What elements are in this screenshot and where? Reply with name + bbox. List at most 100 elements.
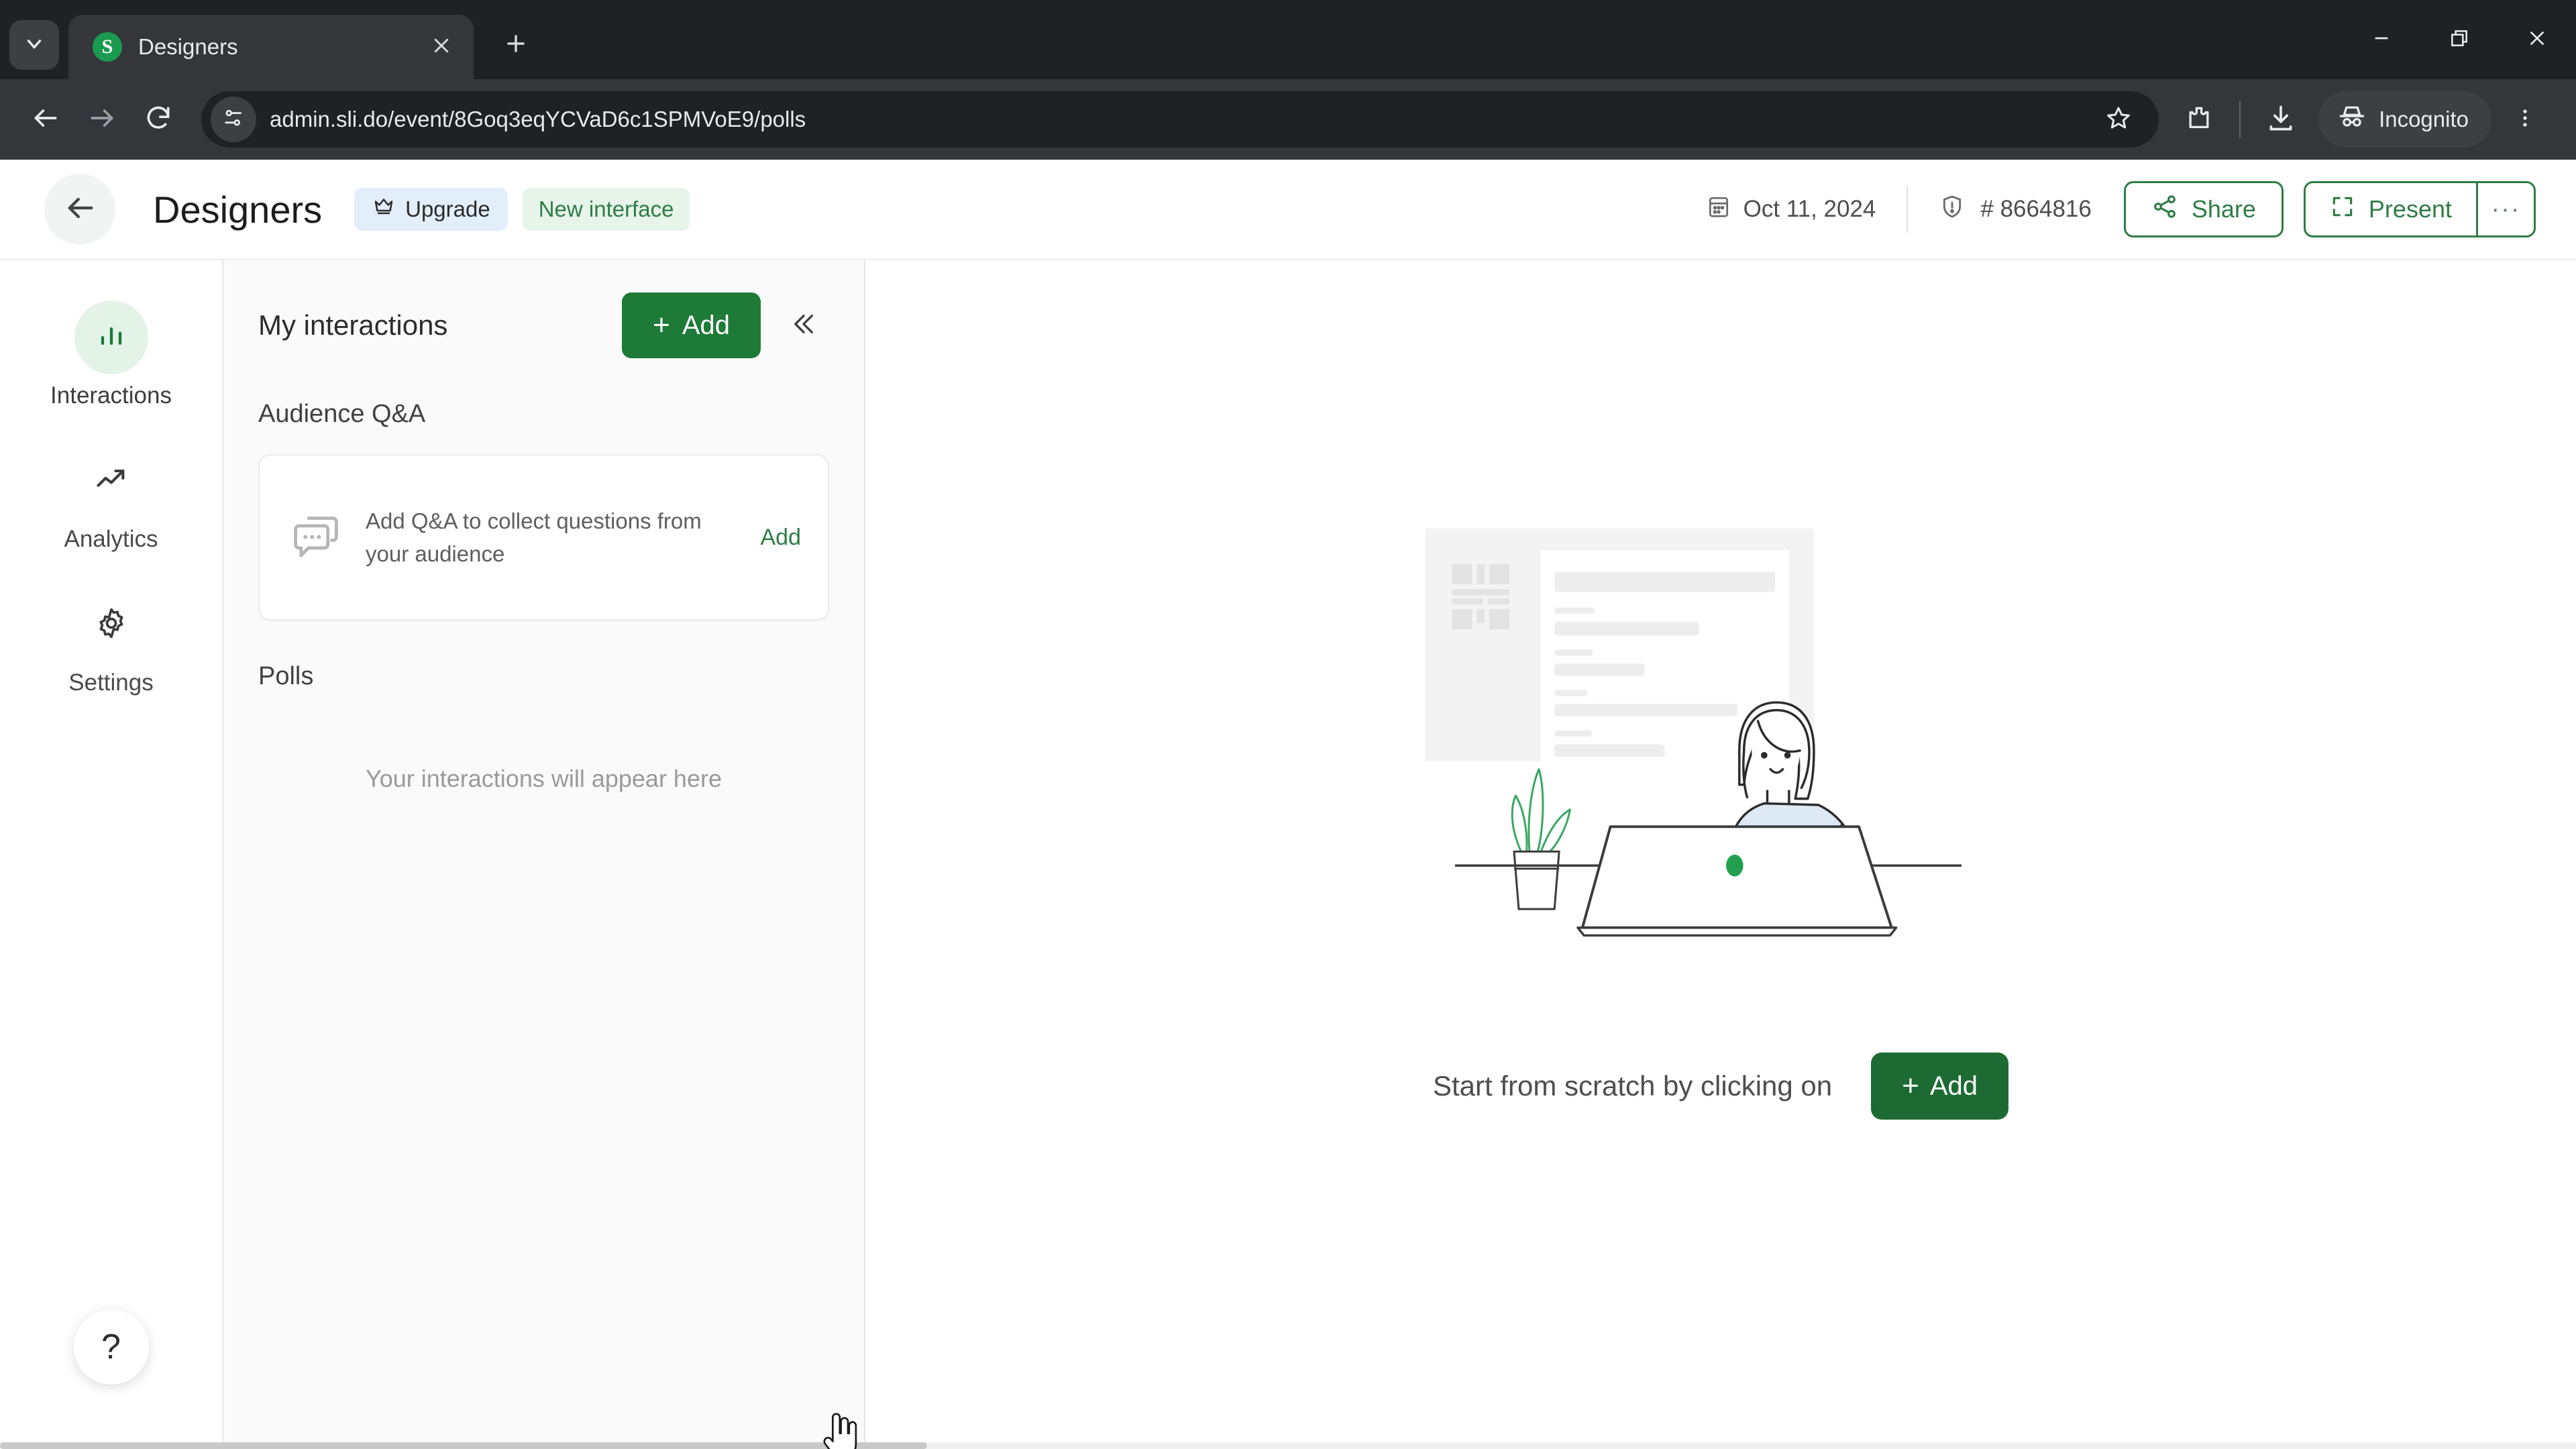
cta-text: Start from scratch by clicking on bbox=[1432, 1070, 1833, 1102]
toolbar-divider bbox=[2239, 101, 2241, 138]
audience-qa-add-link[interactable]: Add bbox=[761, 525, 802, 551]
restore-icon bbox=[2449, 28, 2470, 52]
plus-icon bbox=[503, 31, 529, 60]
present-button-group: Present ··· bbox=[2303, 181, 2536, 237]
address-bar[interactable]: admin.sli.do/event/8Goq3eqYCVaD6c1SPMVoE… bbox=[201, 91, 2159, 148]
browser-window: S Designers admin.sli.do/event/8Goq3eqYC… bbox=[0, 0, 2576, 1449]
downloads-button[interactable] bbox=[2253, 91, 2309, 148]
cta-add-button[interactable]: + Add bbox=[1871, 1053, 2009, 1120]
present-label: Present bbox=[2368, 195, 2452, 223]
star-icon bbox=[2105, 105, 2132, 135]
panel-title: My interactions bbox=[258, 309, 448, 341]
crown-icon bbox=[372, 195, 396, 224]
incognito-hat-icon bbox=[2337, 102, 2367, 137]
empty-state-illustration bbox=[1426, 516, 2016, 938]
new-tab-button[interactable] bbox=[492, 21, 539, 68]
upgrade-button[interactable]: Upgrade bbox=[354, 188, 508, 231]
section-label-polls: Polls bbox=[258, 662, 314, 690]
app-body: Interactions Analytics Settings ? My int… bbox=[0, 260, 2576, 1449]
reload-button[interactable] bbox=[130, 91, 186, 148]
collapse-panel-button[interactable] bbox=[778, 300, 829, 351]
double-chevron-left-icon bbox=[790, 310, 818, 341]
bar-chart-icon bbox=[94, 319, 129, 357]
app-header: Designers Upgrade New interface Oct 11, … bbox=[0, 160, 2576, 260]
panel-scrollbar[interactable] bbox=[851, 260, 864, 1449]
forward-arrow-icon bbox=[87, 103, 117, 136]
back-arrow-icon bbox=[62, 191, 97, 229]
browser-tabstrip: S Designers bbox=[0, 0, 2576, 79]
event-code[interactable]: # 8664816 bbox=[1939, 193, 2092, 226]
cta-add-button-label: Add bbox=[1929, 1071, 1978, 1101]
interactions-icon-wrap bbox=[74, 301, 148, 374]
reload-icon bbox=[144, 103, 173, 136]
new-interface-button[interactable]: New interface bbox=[522, 188, 690, 231]
share-nodes-icon bbox=[2151, 193, 2178, 226]
back-button[interactable] bbox=[17, 91, 74, 148]
back-arrow-icon bbox=[31, 103, 60, 136]
close-icon bbox=[2526, 28, 2548, 52]
panel-header: My interactions + Add bbox=[223, 260, 864, 358]
favicon-slido: S bbox=[93, 32, 122, 62]
main-canvas: Start from scratch by clicking on + Add bbox=[865, 260, 2576, 1449]
interactions-panel: My interactions + Add Audience Q&A Add Q… bbox=[223, 260, 865, 1449]
three-dot-menu-icon bbox=[2514, 107, 2536, 133]
upgrade-label: Upgrade bbox=[405, 197, 490, 221]
sidebar-item-interactions[interactable]: Interactions bbox=[0, 301, 222, 409]
event-date[interactable]: Oct 11, 2024 bbox=[1706, 194, 1876, 225]
forward-button[interactable] bbox=[74, 91, 130, 148]
download-icon bbox=[2266, 103, 2296, 136]
event-code-label: # 8664816 bbox=[1980, 196, 2092, 222]
incognito-indicator[interactable]: Incognito bbox=[2318, 91, 2491, 148]
settings-icon-wrap bbox=[74, 588, 148, 661]
add-button-label: Add bbox=[682, 310, 730, 340]
app-back-button[interactable] bbox=[44, 174, 115, 245]
polls-empty-state: Your interactions will appear here bbox=[366, 765, 722, 792]
minimize-button[interactable] bbox=[2343, 0, 2420, 79]
shield-alert-icon bbox=[1939, 193, 1966, 226]
minimize-icon bbox=[2371, 28, 2392, 52]
question-mark-icon: ? bbox=[101, 1328, 121, 1366]
site-settings-icon bbox=[221, 106, 246, 133]
cta-row: Start from scratch by clicking on + Add bbox=[1432, 1053, 2009, 1120]
sidebar-item-settings[interactable]: Settings bbox=[0, 588, 222, 696]
sidebar-item-label: Analytics bbox=[64, 526, 158, 552]
sidebar-item-analytics[interactable]: Analytics bbox=[0, 444, 222, 553]
audience-qa-card[interactable]: Add Q&A to collect questions from your a… bbox=[258, 454, 829, 621]
web-page: Designers Upgrade New interface Oct 11, … bbox=[0, 160, 2576, 1449]
add-interaction-button[interactable]: + Add bbox=[622, 292, 761, 358]
tab-close-button[interactable] bbox=[424, 30, 459, 64]
close-icon bbox=[431, 36, 451, 59]
audience-qa-card-text: Add Q&A to collect questions from your a… bbox=[366, 508, 702, 567]
help-button[interactable]: ? bbox=[73, 1309, 149, 1385]
trend-up-arrow-icon bbox=[94, 462, 129, 500]
tab-search-button[interactable] bbox=[9, 20, 59, 70]
gear-icon bbox=[94, 606, 129, 644]
section-label-audience-qa: Audience Q&A bbox=[258, 400, 426, 428]
sidebar-item-label: Settings bbox=[68, 669, 154, 696]
share-button[interactable]: Share bbox=[2123, 181, 2284, 237]
new-interface-label: New interface bbox=[538, 197, 674, 221]
plus-icon: + bbox=[1902, 1069, 1919, 1103]
browser-tab[interactable]: S Designers bbox=[68, 15, 474, 79]
header-divider bbox=[1907, 186, 1909, 233]
analytics-icon-wrap bbox=[74, 444, 148, 518]
present-more-button[interactable]: ··· bbox=[2476, 183, 2534, 235]
site-settings-button[interactable] bbox=[211, 97, 256, 142]
event-date-label: Oct 11, 2024 bbox=[1743, 196, 1876, 222]
fullscreen-frame-icon bbox=[2330, 194, 2355, 225]
scrollbar-thumb[interactable] bbox=[0, 1442, 928, 1449]
chrome-menu-button[interactable] bbox=[2498, 93, 2552, 146]
maximize-button[interactable] bbox=[2420, 0, 2498, 79]
left-nav-rail: Interactions Analytics Settings ? bbox=[0, 260, 223, 1449]
page-horizontal-scrollbar[interactable] bbox=[0, 1442, 2576, 1449]
url-text[interactable]: admin.sli.do/event/8Goq3eqYCVaD6c1SPMVoE… bbox=[270, 107, 2088, 132]
bookmark-button[interactable] bbox=[2093, 94, 2144, 145]
calendar-icon bbox=[1706, 194, 1731, 225]
incognito-label: Incognito bbox=[2379, 107, 2469, 131]
extensions-puzzle-icon bbox=[2184, 103, 2214, 136]
page-title: Designers bbox=[153, 188, 323, 231]
browser-toolbar: admin.sli.do/event/8Goq3eqYCVaD6c1SPMVoE… bbox=[0, 79, 2576, 160]
close-window-button[interactable] bbox=[2498, 0, 2576, 79]
present-button[interactable]: Present bbox=[2306, 183, 2476, 235]
extensions-button[interactable] bbox=[2171, 91, 2227, 148]
